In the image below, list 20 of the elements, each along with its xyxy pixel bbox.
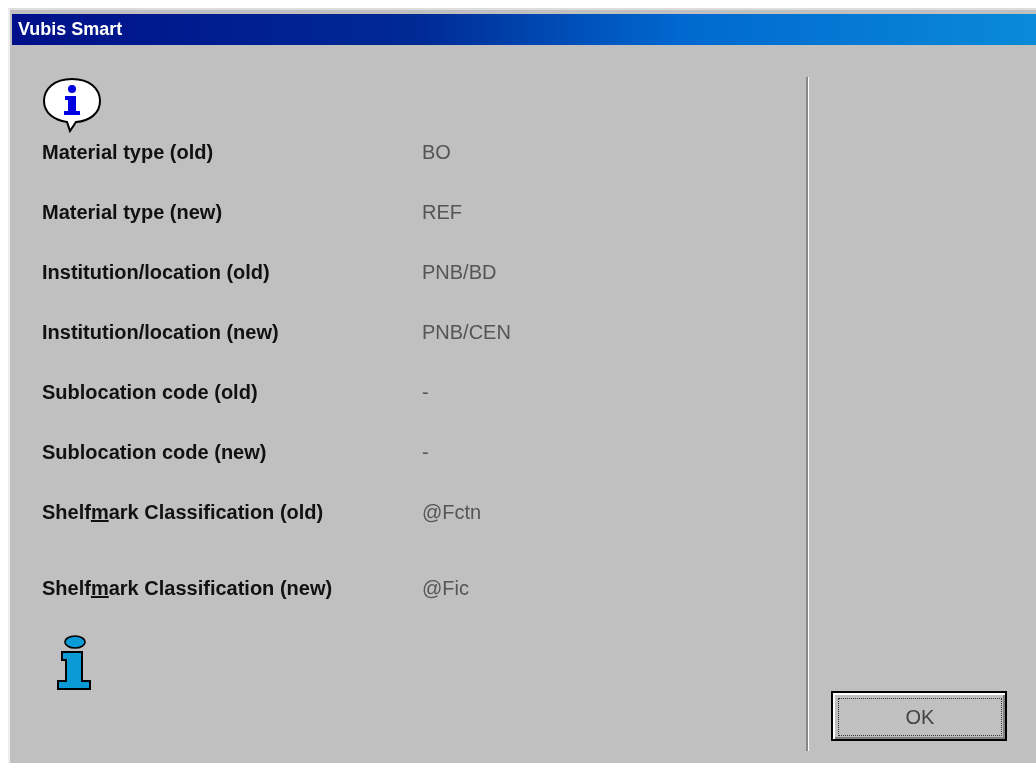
field-label: Shelfmark Classification (new) — [41, 576, 334, 601]
field-value: PNB/BD — [422, 260, 497, 285]
field-label: Material type (old) — [41, 140, 215, 165]
field-label: Material type (new) — [41, 200, 224, 225]
field-value: @Fic — [422, 576, 469, 601]
field-label: Institution/location (old) — [41, 260, 271, 285]
field-label: Shelfmark Classification (old) — [41, 500, 325, 525]
window-title: Vubis Smart — [18, 19, 123, 40]
ok-button[interactable]: OK — [831, 691, 1007, 741]
field-value: PNB/CEN — [422, 320, 511, 345]
field-value: REF — [422, 200, 462, 225]
info-bubble-icon — [40, 75, 104, 133]
field-value: - — [422, 380, 429, 405]
field-value: BO — [422, 140, 451, 165]
field-label: Sublocation code (old) — [41, 380, 259, 405]
field-value: - — [422, 440, 429, 465]
field-value: @Fctn — [422, 500, 482, 525]
info-icon — [54, 635, 94, 691]
field-label: Institution/location (new) — [41, 320, 280, 345]
field-label: Sublocation code (new) — [41, 440, 268, 465]
